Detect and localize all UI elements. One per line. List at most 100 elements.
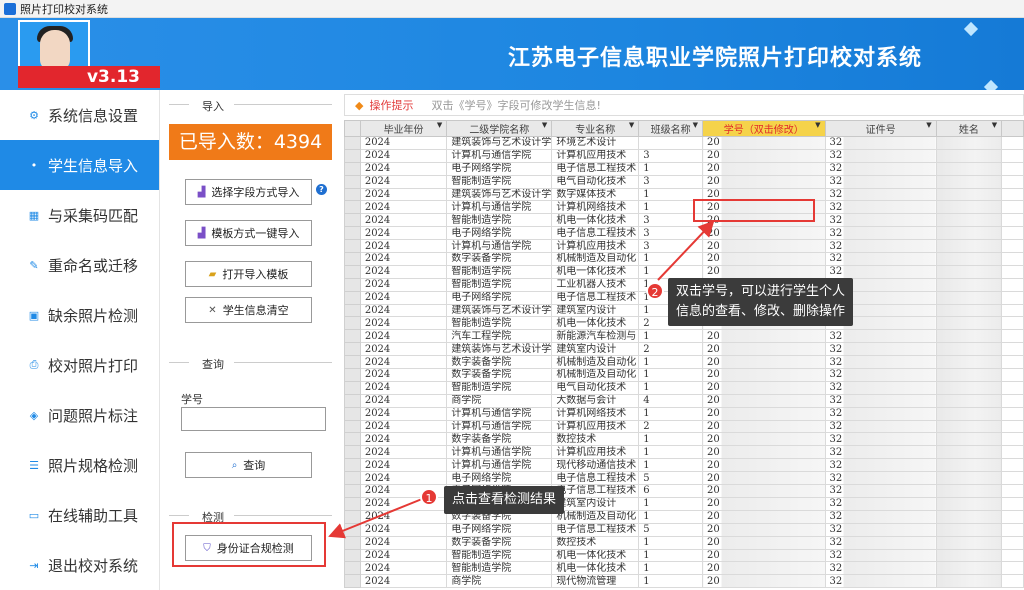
table-cell[interactable]: 20 — [702, 393, 826, 408]
table-row[interactable]: 2024 建筑装饰与艺术设计学 建筑室内设计 2 20 32 — [344, 342, 1024, 357]
sidebar-item-9[interactable]: ⇥ 退出校对系统 — [0, 540, 159, 590]
row-header[interactable] — [344, 239, 361, 254]
open-template-button[interactable]: ▰ 打开导入模板 — [185, 261, 312, 287]
table-cell[interactable]: 20 — [702, 252, 826, 266]
sidebar-item-3[interactable]: ✎ 重命名或迁移 — [0, 240, 159, 290]
row-header[interactable] — [344, 213, 361, 228]
help-icon[interactable]: ? — [316, 184, 327, 195]
row-header[interactable] — [344, 509, 361, 524]
sidebar-item-2[interactable]: ▦ 与采集码匹配 — [0, 190, 159, 240]
sidebar-item-7[interactable]: ☰ 照片规格检测 — [0, 440, 159, 490]
row-header[interactable] — [344, 290, 361, 305]
table-cell[interactable]: 20 — [702, 329, 826, 344]
row-header[interactable] — [344, 419, 361, 434]
table-row[interactable]: 2024 智能制造学院 电气自动化技术 1 20 32 — [344, 380, 1024, 395]
row-header[interactable] — [344, 187, 361, 202]
row-header[interactable] — [344, 355, 361, 370]
table-cell[interactable]: 20 — [702, 458, 826, 473]
table-row[interactable]: 2024 智能制造学院 机电一体化技术 1 20 32 — [344, 561, 1024, 576]
table-row[interactable]: 2024 智能制造学院 电气自动化技术 3 20 32 — [344, 174, 1024, 189]
table-cell[interactable]: 20 — [702, 264, 826, 279]
table-cell[interactable]: 20 — [702, 522, 826, 537]
row-header[interactable] — [344, 174, 361, 189]
table-row[interactable]: 2024 数字装备学院 数控技术 1 20 32 — [344, 535, 1024, 550]
dropdown-arrow-icon[interactable]: ▼ — [926, 122, 931, 130]
row-header[interactable] — [344, 252, 361, 266]
row-header[interactable] — [344, 548, 361, 563]
column-header[interactable]: 学号（双击修改） ▼ — [702, 120, 826, 137]
table-row[interactable]: 2024 电子网络学院 电子信息工程技术 3 20 32 — [344, 226, 1024, 241]
column-header[interactable]: 姓名 ▼ — [935, 120, 1003, 137]
table-cell[interactable]: 20 — [702, 561, 826, 576]
table-row[interactable]: 2024 计算机与通信学院 计算机网络技术 1 20 32 — [344, 406, 1024, 421]
sidebar-item-4[interactable]: ▣ 缺余照片检测 — [0, 290, 159, 340]
table-row[interactable]: 2024 商学院 现代物流管理 1 20 32 — [344, 574, 1024, 589]
dropdown-arrow-icon[interactable]: ▼ — [629, 122, 634, 130]
row-header[interactable] — [344, 342, 361, 357]
table-cell[interactable]: 20 — [702, 239, 826, 254]
dropdown-arrow-icon[interactable]: ▼ — [815, 122, 820, 130]
field-import-button[interactable]: ▟ 选择字段方式导入 — [185, 179, 312, 205]
row-header[interactable] — [344, 432, 361, 447]
row-header[interactable] — [344, 471, 361, 486]
table-cell[interactable]: 20 — [702, 574, 826, 589]
row-header[interactable] — [344, 161, 361, 176]
table-cell[interactable]: 20 — [702, 368, 826, 382]
table-cell[interactable]: 20 — [702, 406, 826, 421]
table-cell[interactable]: 20 — [702, 484, 826, 498]
table-row[interactable]: 2024 建筑装饰与艺术设计学 数字媒体技术 1 20 32 — [344, 187, 1024, 202]
table-row[interactable]: 2024 智能制造学院 机电一体化技术 1 20 32 — [344, 264, 1024, 279]
table-cell[interactable]: 20 — [702, 174, 826, 189]
query-button[interactable]: ⌕ 查询 — [185, 452, 312, 478]
table-cell[interactable]: 20 — [702, 445, 826, 460]
dropdown-arrow-icon[interactable]: ▼ — [992, 122, 997, 130]
table-row[interactable]: 2024 智能制造学院 机电一体化技术 3 20 32 — [344, 213, 1024, 228]
table-cell[interactable]: 20 — [702, 419, 826, 434]
table-cell[interactable]: 20 — [702, 432, 826, 447]
row-header[interactable] — [344, 522, 361, 537]
row-header[interactable] — [344, 136, 361, 150]
table-row[interactable]: 2024 汽车工程学院 新能源汽车检测与 1 20 32 — [344, 329, 1024, 344]
table-row[interactable]: 2024 商学院 大数据与会计 4 20 32 — [344, 393, 1024, 408]
table-cell[interactable]: 20 — [702, 342, 826, 357]
table-row[interactable]: 2024 电子网络学院 电子信息工程技术 5 20 32 — [344, 522, 1024, 537]
row-header[interactable] — [344, 277, 361, 292]
row-header[interactable] — [344, 148, 361, 163]
table-cell[interactable]: 20 — [702, 471, 826, 486]
column-header[interactable]: 证件号 ▼ — [824, 120, 937, 137]
row-header[interactable] — [344, 496, 361, 511]
table-row[interactable]: 2024 计算机与通信学院 计算机应用技术 3 20 32 — [344, 148, 1024, 163]
table-cell[interactable]: 20 — [702, 355, 826, 370]
row-header[interactable] — [344, 535, 361, 550]
sidebar-item-5[interactable]: ⎙ 校对照片打印 — [0, 340, 159, 390]
column-header[interactable]: 二级学院名称 ▼ — [446, 120, 553, 137]
table-cell[interactable]: 20 — [702, 509, 826, 524]
row-header[interactable] — [344, 484, 361, 498]
row-header[interactable] — [344, 226, 361, 241]
sidebar-item-1[interactable]: • 学生信息导入 — [0, 140, 159, 190]
table-cell[interactable]: 20 — [702, 226, 826, 241]
table-row[interactable]: 2024 数字装备学院 机械制造及自动化 1 20 32 — [344, 252, 1024, 266]
dropdown-arrow-icon[interactable]: ▼ — [437, 122, 442, 130]
row-header[interactable] — [344, 445, 361, 460]
row-header[interactable] — [344, 316, 361, 331]
table-row[interactable]: 2024 计算机与通信学院 计算机应用技术 2 20 32 — [344, 419, 1024, 434]
column-header[interactable]: 专业名称 ▼ — [551, 120, 640, 137]
row-header[interactable] — [344, 264, 361, 279]
row-header[interactable] — [344, 303, 361, 318]
template-import-button[interactable]: ▟ 模板方式一键导入 — [185, 220, 312, 246]
table-cell[interactable]: 20 — [702, 148, 826, 163]
table-row[interactable]: 2024 数字装备学院 数控技术 1 20 32 — [344, 432, 1024, 447]
table-row[interactable]: 2024 数字装备学院 机械制造及自动化 1 20 32 — [344, 355, 1024, 370]
table-row[interactable]: 2024 电子网络学院 电子信息工程技术 5 20 32 — [344, 471, 1024, 486]
sidebar-item-8[interactable]: ▭ 在线辅助工具 — [0, 490, 159, 540]
table-cell[interactable]: 20 — [702, 496, 826, 511]
sidebar-item-0[interactable]: ⚙ 系统信息设置 — [0, 90, 159, 140]
row-header[interactable] — [344, 380, 361, 395]
column-header[interactable]: 毕业年份 ▼ — [359, 120, 448, 137]
student-id-input[interactable] — [181, 407, 326, 431]
clear-students-button[interactable]: ✕ 学生信息清空 — [185, 297, 312, 323]
table-row[interactable]: 2024 智能制造学院 机电一体化技术 1 20 32 — [344, 548, 1024, 563]
row-header[interactable] — [344, 200, 361, 215]
table-cell[interactable]: 20 — [702, 548, 826, 563]
